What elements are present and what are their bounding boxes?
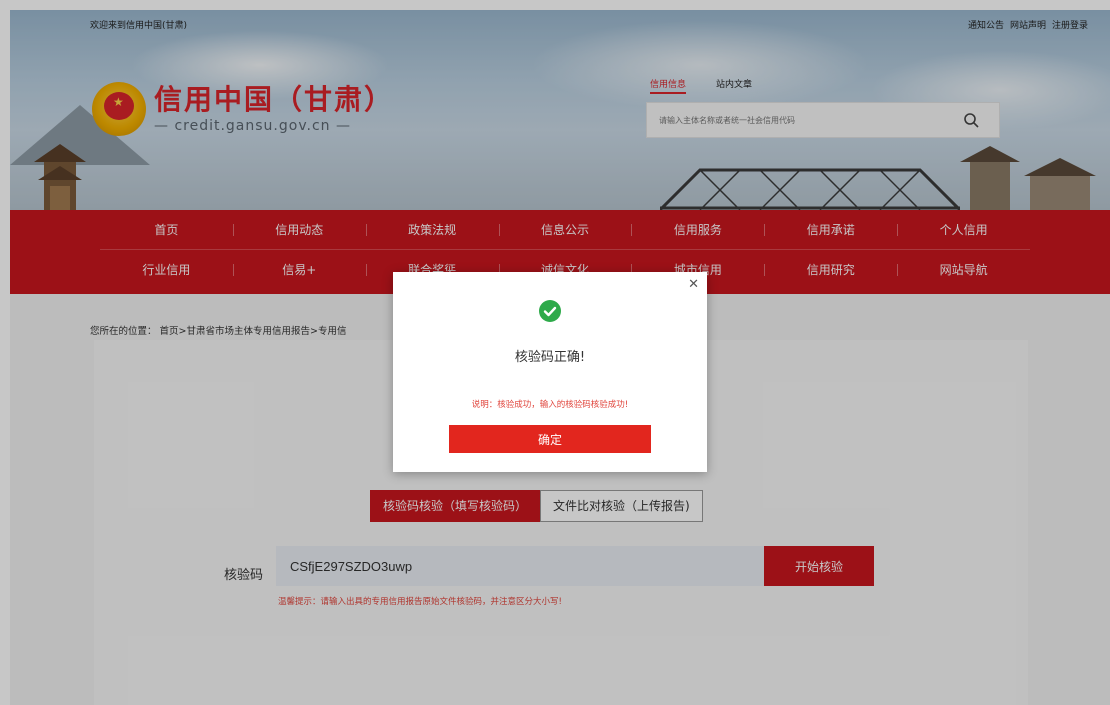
- close-icon[interactable]: ✕: [688, 278, 699, 291]
- success-check-icon: [539, 300, 561, 322]
- dialog-note: 说明：核验成功，输入的核验码核验成功!: [471, 400, 629, 410]
- success-dialog: ✕ 核验码正确! 说明：核验成功，输入的核验码核验成功! 确定: [393, 272, 707, 472]
- confirm-button[interactable]: 确定: [449, 425, 651, 453]
- dialog-title: 核验码正确!: [514, 350, 586, 365]
